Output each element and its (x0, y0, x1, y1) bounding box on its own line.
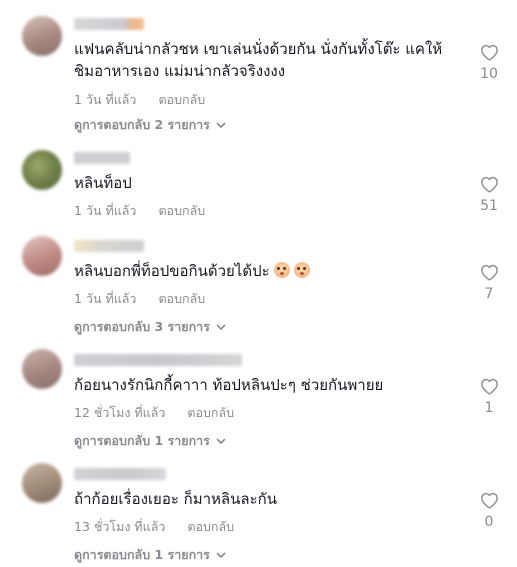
reply-button[interactable]: ตอบกลับ (158, 291, 205, 306)
comment-time: 1 วัน ที่แล้ว (74, 92, 137, 107)
view-replies-button[interactable]: ดูการตอบกลับ 2 รายการ (74, 115, 226, 135)
comment-meta: 1 วัน ที่แล้ว ตอบกลับ (74, 201, 205, 221)
view-replies-label: ดูการตอบกลับ 1 รายการ (74, 433, 210, 448)
avatar[interactable] (22, 16, 62, 56)
like-count: 10 (480, 66, 498, 82)
heart-icon (480, 492, 498, 509)
username-blurred[interactable] (74, 354, 242, 366)
comment-text: แฟนคลับน่ากลัวชห เขาเล่นนั่งด้วยกัน นั่ง… (74, 38, 454, 82)
username-blurred[interactable] (74, 240, 144, 252)
flushed-face-emoji (293, 262, 310, 278)
comment-time: 1 วัน ที่แล้ว (74, 291, 137, 306)
comment-text-line: หลินท็อป (74, 174, 132, 192)
heart-icon (480, 176, 498, 193)
view-replies-label: ดูการตอบกลับ 1 รายการ (74, 547, 210, 562)
username-blurred[interactable] (74, 468, 166, 480)
reply-button[interactable]: ตอบกลับ (158, 203, 205, 218)
username-blurred[interactable] (74, 18, 144, 30)
heart-icon (480, 264, 498, 281)
comment-text-line: แฟนคลับน่ากลัวชห เขาเล่นนั่งด้วยกัน นั่ง… (74, 40, 443, 58)
chevron-down-icon (216, 438, 226, 444)
chevron-down-icon (216, 122, 226, 128)
chevron-down-icon (216, 324, 226, 330)
reply-button[interactable]: ตอบกลับ (158, 92, 205, 107)
comment-text-line: หลินบอกพี่ท็อปขอกินด้วยได้ปะ (74, 262, 270, 280)
comment-text: หลินท็อป (74, 172, 454, 194)
avatar[interactable] (22, 463, 62, 503)
flushed-face-emoji (273, 262, 290, 278)
like-button[interactable]: 10 (470, 44, 508, 82)
comment-meta: 13 ชั่วโมง ที่แล้ว ตอบกลับ (74, 517, 234, 537)
comment-text: ก้อยนางรักนิกกี้คาาา ท้อปหลินปะๆ ช่วยกัน… (74, 374, 454, 396)
avatar[interactable] (22, 150, 62, 190)
comment-meta: 1 วัน ที่แล้ว ตอบกลับ (74, 90, 205, 110)
comment-text: หลินบอกพี่ท็อปขอกินด้วยได้ปะ (74, 260, 454, 282)
like-count: 1 (484, 400, 494, 416)
username-blurred[interactable] (74, 152, 130, 164)
avatar[interactable] (22, 349, 62, 389)
like-button[interactable]: 1 (470, 378, 508, 416)
heart-icon (480, 44, 498, 61)
like-button[interactable]: 51 (470, 176, 508, 214)
comment-time: 1 วัน ที่แล้ว (74, 203, 137, 218)
view-replies-label: ดูการตอบกลับ 2 รายการ (74, 117, 210, 132)
reply-button[interactable]: ตอบกลับ (187, 519, 234, 534)
comment-time: 12 ชั่วโมง ที่แล้ว (74, 405, 166, 420)
view-replies-button[interactable]: ดูการตอบกลับ 1 รายการ (74, 431, 226, 451)
comment-text: ถ้าก้อยเรื่องเยอะ ก็มาหลินละกัน (74, 488, 454, 510)
reply-button[interactable]: ตอบกลับ (187, 405, 234, 420)
comment-time: 13 ชั่วโมง ที่แล้ว (74, 519, 166, 534)
avatar[interactable] (22, 236, 62, 276)
like-count: 0 (484, 514, 494, 530)
view-replies-button[interactable]: ดูการตอบกลับ 3 รายการ (74, 317, 226, 337)
chevron-down-icon (216, 552, 226, 558)
like-button[interactable]: 0 (470, 492, 508, 530)
comment-meta: 12 ชั่วโมง ที่แล้ว ตอบกลับ (74, 403, 234, 423)
like-button[interactable]: 7 (470, 264, 508, 302)
view-replies-label: ดูการตอบกลับ 3 รายการ (74, 319, 210, 334)
like-count: 7 (484, 286, 494, 302)
comment-text-line: ถ้าก้อยเรื่องเยอะ ก็มาหลินละกัน (74, 490, 277, 508)
comment-text-line: ก้อยนางรักนิกกี้คาาา ท้อปหลินปะๆ ช่วยกัน… (74, 376, 384, 394)
comment-text-line: ชิมอาหารเอง แม่มน่ากลัวจริงงงง (74, 62, 286, 80)
comment-meta: 1 วัน ที่แล้ว ตอบกลับ (74, 289, 205, 309)
comment-list: แฟนคลับน่ากลัวชห เขาเล่นนั่งด้วยกัน นั่ง… (0, 0, 517, 567)
like-count: 51 (480, 198, 498, 214)
view-replies-button[interactable]: ดูการตอบกลับ 1 รายการ (74, 545, 226, 565)
heart-icon (480, 378, 498, 395)
